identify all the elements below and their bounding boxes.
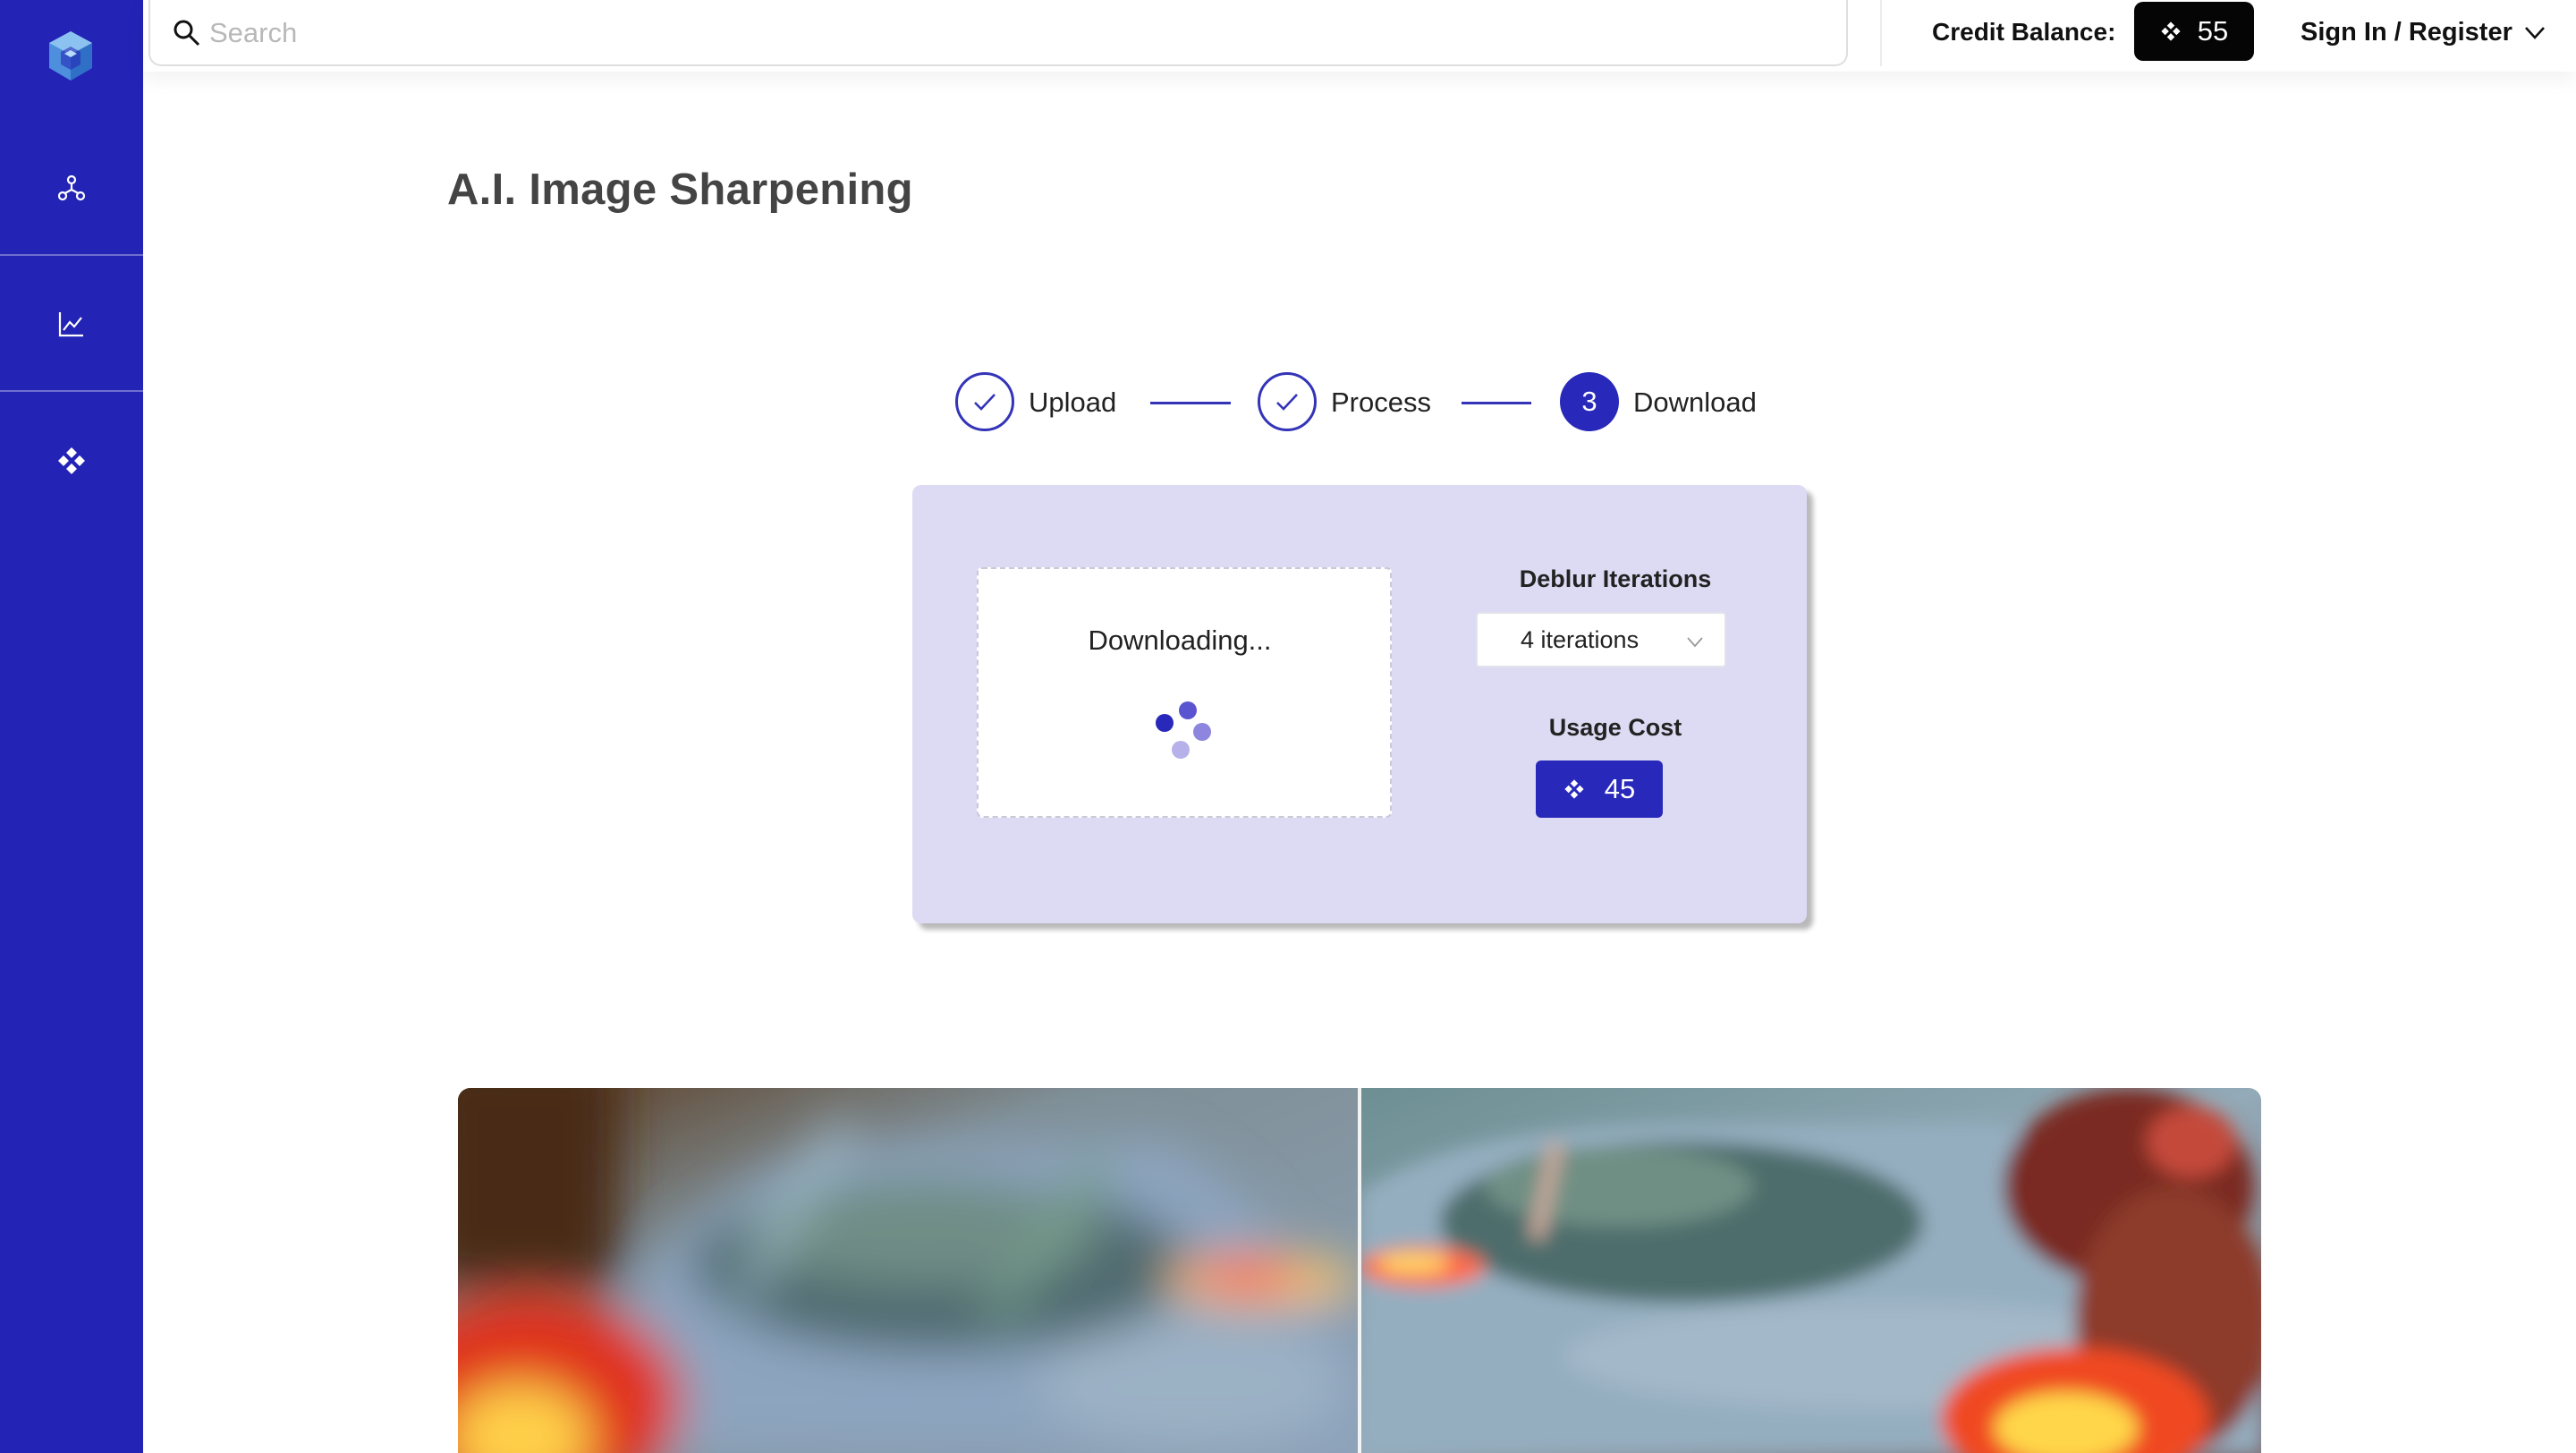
top-divider [1880,0,1882,66]
usage-cost-label: Usage Cost [1548,714,1682,741]
sidebar-item-analytics[interactable] [0,258,143,392]
download-status-text: Downloading... [1088,625,1272,656]
credit-balance-value: 55 [2197,15,2229,47]
usage-cost-value: 45 [1604,773,1636,804]
network-icon [57,174,86,201]
step-upload-check [955,372,1014,431]
page-title: A.I. Image Sharpening [447,166,913,214]
step-connector [1462,402,1531,404]
sidebar-item-credits[interactable] [0,394,143,528]
deblur-iterations-value: 4 iterations [1521,625,1640,653]
deblur-iterations-label: Deblur Iterations [1519,565,1712,592]
check-icon [1276,394,1298,411]
processing-card: Downloading... Deblur Iterations 4 itera… [912,485,1807,923]
deblur-iterations-select[interactable]: 4 iterations [1476,612,1726,667]
check-icon [974,394,996,411]
chevron-down-icon [1687,637,1703,648]
credits-diamond-icon [1564,779,1584,799]
step-process-check [1258,372,1317,431]
step-connector [1150,402,1231,404]
credits-diamond-icon [58,447,85,474]
step-upload-label: Upload [1029,387,1117,418]
before-after-comparison[interactable] [458,1088,2261,1453]
sign-in-register-menu[interactable]: Sign In / Register [2301,14,2546,50]
progress-stepper: Upload Process 3 Download [955,372,1814,433]
sidebar [0,0,143,1453]
sharpened-result-image [1360,1088,2261,1453]
credits-diamond-icon [2161,21,2181,41]
line-chart-icon [58,312,83,337]
sidebar-item-network[interactable] [0,122,143,256]
search-icon [174,20,200,47]
usage-cost-badge: 45 [1536,760,1663,818]
step-process-label: Process [1331,387,1431,418]
download-status-area: Downloading... [977,567,1392,818]
search-box[interactable] [148,0,1848,66]
search-input[interactable] [209,13,1819,54]
step-download-number: 3 [1560,372,1619,431]
cube-logo-icon[interactable] [43,29,98,84]
comparison-slider-handle[interactable] [1358,1088,1361,1453]
sign-in-register-label: Sign In / Register [2301,17,2512,47]
credit-balance-badge[interactable]: 55 [2134,2,2254,61]
blurred-original-image [458,1088,1360,1453]
top-bar: Credit Balance: 55 Sign In / Register [143,0,2576,72]
credit-balance-label: Credit Balance: [1932,18,2116,46]
loading-spinner-icon [1156,701,1211,759]
step-download-label: Download [1633,387,1757,418]
chevron-down-icon [2524,27,2545,39]
